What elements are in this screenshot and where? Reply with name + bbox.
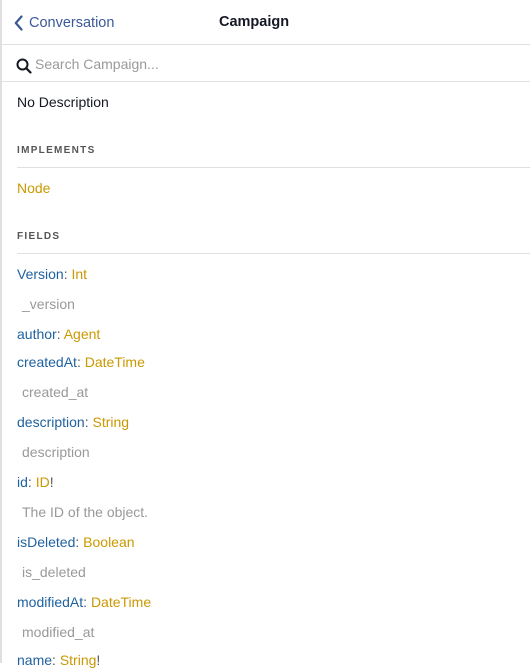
- field-row: Version: Int: [17, 266, 87, 282]
- page-title: Campaign: [219, 14, 290, 30]
- type-description: No Description: [17, 94, 109, 110]
- fields-divider: [17, 253, 530, 254]
- field-row: modifiedAt: DateTime: [17, 594, 151, 610]
- field-name-link[interactable]: description: [17, 414, 85, 430]
- field-type-link[interactable]: String: [92, 414, 129, 430]
- field-description: _version: [22, 296, 75, 312]
- field-name-link[interactable]: name: [17, 652, 52, 668]
- field-row: createdAt: DateTime: [17, 354, 145, 370]
- implements-divider: [17, 167, 530, 168]
- field-colon: :: [27, 474, 36, 490]
- field-name-link[interactable]: author: [17, 326, 57, 342]
- search-input[interactable]: [35, 53, 515, 75]
- search-icon: [16, 58, 32, 74]
- field-row: id: ID!: [17, 474, 54, 490]
- field-name-link[interactable]: modifiedAt: [17, 594, 83, 610]
- field-name-link[interactable]: Version: [17, 266, 64, 282]
- field-type-link[interactable]: ID: [36, 474, 50, 490]
- field-type-link[interactable]: DateTime: [91, 594, 151, 610]
- field-colon: :: [83, 594, 91, 610]
- implements-heading: IMPLEMENTS: [17, 145, 96, 156]
- field-description: is_deleted: [22, 564, 86, 580]
- field-colon: :: [52, 652, 60, 668]
- field-description: modified_at: [22, 624, 95, 640]
- field-type-link[interactable]: DateTime: [85, 354, 145, 370]
- field-type-link[interactable]: Int: [71, 266, 87, 282]
- field-name-link[interactable]: id: [17, 474, 28, 490]
- field-colon: :: [56, 326, 64, 342]
- doc-header: Conversation Campaign: [2, 0, 530, 45]
- field-description: created_at: [22, 384, 89, 400]
- field-type-link[interactable]: Agent: [64, 326, 101, 342]
- field-name-link[interactable]: createdAt: [17, 354, 77, 370]
- field-description: description: [22, 444, 90, 460]
- field-colon: :: [76, 354, 85, 370]
- search-bar: [2, 46, 530, 82]
- panel-left-border: [0, 0, 2, 663]
- field-row: author: Agent: [17, 326, 100, 342]
- fields-heading: FIELDS: [17, 231, 61, 242]
- field-type-link[interactable]: String: [60, 652, 97, 668]
- field-row: isDeleted: Boolean: [17, 534, 135, 550]
- field-name-link[interactable]: isDeleted: [17, 534, 75, 550]
- implements-item-node[interactable]: Node: [17, 180, 50, 196]
- field-row: name: String!: [17, 652, 100, 668]
- field-row: description: String: [17, 414, 129, 430]
- field-colon: :: [75, 534, 84, 550]
- field-type-link[interactable]: Boolean: [83, 534, 134, 550]
- non-null-marker: !: [96, 652, 101, 668]
- field-description: The ID of the object.: [22, 504, 149, 520]
- non-null-marker: !: [49, 474, 54, 490]
